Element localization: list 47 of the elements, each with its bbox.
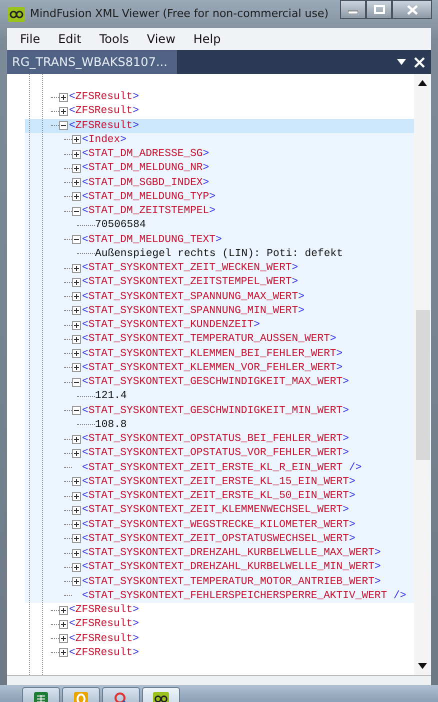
xml-tag[interactable]: <STAT_DM_ZEITSTEMPEL> (82, 204, 216, 218)
xml-tag[interactable]: <ZFSResult> (69, 646, 139, 660)
xml-tag[interactable]: <Index> (82, 132, 127, 147)
xml-tag[interactable]: <STAT_SYSKONTEXT_ZEITSTEMPEL_WERT> (82, 275, 298, 290)
xml-tag[interactable]: <STAT_DM_MELDUNG_TYP> (82, 190, 216, 204)
xml-tag[interactable]: <ZFSResult> (69, 118, 139, 133)
xml-tag[interactable]: <STAT_SYSKONTEXT_DREHZAHL_KURBELWELLE_MAX_WERT> (82, 546, 381, 560)
xml-tag[interactable]: <STAT_SYSKONTEXT_KUNDENZEIT> (82, 318, 260, 332)
xml-tag[interactable]: <STAT_SYSKONTEXT_ZEIT_ERSTE_KL_50_EIN_WERT> (82, 489, 356, 504)
xml-tag[interactable]: <STAT_SYSKONTEXT_ZEIT_OPSTATUSWECHSEL_WERT> (82, 532, 356, 546)
xml-tag[interactable]: <STAT_SYSKONTEXT_SPANNUNG_MIN_WERT> (82, 304, 305, 318)
text-value: 108.8 (95, 418, 127, 432)
xml-tag[interactable]: <STAT_SYSKONTEXT_TEMPERATUR_MOTOR_ANTRIEB_WERT> (82, 574, 381, 589)
menu-item[interactable]: Help (184, 30, 230, 48)
xml-tag[interactable]: <ZFSResult> (69, 632, 139, 646)
menu-item[interactable]: File (11, 30, 50, 48)
xml-tag[interactable]: <STAT_SYSKONTEXT_TEMPERATUR_AUSSEN_WERT> (82, 332, 336, 346)
xml-tag[interactable]: <STAT_SYSKONTEXT_OPSTATUS_BEI_FEHLER_WERT> (82, 432, 350, 446)
xml-tag[interactable]: <STAT_SYSKONTEXT_DREHZAHL_KURBELWELLE_MIN_WERT> (82, 560, 381, 574)
xml-tag[interactable]: <STAT_SYSKONTEXT_ZEIT_KLEMMENWECHSEL_WERT> (82, 503, 350, 518)
menu-item[interactable]: View (138, 30, 184, 48)
xml-tag[interactable]: <STAT_SYSKONTEXT_GESCHWINDIGKEIT_MAX_WERT> (82, 375, 350, 390)
window-title: MindFusion XML Viewer (Free for non-commercial use) (30, 6, 329, 22)
menu-item[interactable]: Tools (90, 30, 138, 48)
xml-tag[interactable]: <STAT_SYSKONTEXT_ZEIT_ERSTE_KL_R_EIN_WERT /> (82, 460, 362, 475)
xml-tag[interactable]: <STAT_SYSKONTEXT_FEHLERSPEICHERSPERRE_AKTIV_WERT /> (82, 588, 406, 603)
xml-tag[interactable]: <STAT_SYSKONTEXT_GESCHWINDIGKEIT_MIN_WERT> (82, 404, 350, 418)
xml-tag[interactable]: <STAT_SYSKONTEXT_SPANNUNG_MAX_WERT> (82, 290, 305, 304)
text-value: Außenspiegel rechts (LIN): Poti: defekt (95, 246, 343, 261)
xml-tag[interactable]: <STAT_SYSKONTEXT_ZEIT_WECKEN_WERT> (82, 261, 298, 276)
xml-tag[interactable]: <STAT_DM_MELDUNG_NR> (82, 161, 210, 176)
xml-tag[interactable]: <STAT_SYSKONTEXT_ZEIT_ERSTE_KL_15_EIN_WERT> (82, 474, 356, 489)
xml-tag[interactable]: <STAT_SYSKONTEXT_OPSTATUS_VOR_FEHLER_WERT> (82, 446, 350, 460)
xml-tag[interactable]: <STAT_DM_ADRESSE_SG> (82, 147, 210, 162)
xml-tag[interactable]: <ZFSResult> (69, 104, 139, 118)
menu-item[interactable]: Edit (49, 30, 90, 48)
text-value: 121.4 (95, 389, 127, 404)
xml-tag[interactable]: <ZFSResult> (69, 617, 139, 632)
xml-tag[interactable]: <STAT_SYSKONTEXT_KLEMMEN_BEI_FEHLER_WERT> (82, 346, 343, 361)
document-tab[interactable]: RG_TRANS_WBAKS8107... (7, 50, 178, 74)
text-value: 70506584 (95, 218, 146, 232)
xml-tag[interactable]: <ZFSResult> (69, 603, 139, 618)
xml-tag[interactable]: <STAT_SYSKONTEXT_KLEMMEN_VOR_FEHLER_WERT> (82, 360, 343, 375)
xml-tag[interactable]: <STAT_SYSKONTEXT_WEGSTRECKE_KILOMETER_WERT> (82, 518, 356, 532)
xml-tag[interactable]: <STAT_DM_MELDUNG_TEXT> (82, 232, 222, 247)
xml-tag[interactable]: <ZFSResult> (69, 90, 139, 104)
xml-tag[interactable]: <STAT_DM_SGBD_INDEX> (82, 176, 210, 190)
